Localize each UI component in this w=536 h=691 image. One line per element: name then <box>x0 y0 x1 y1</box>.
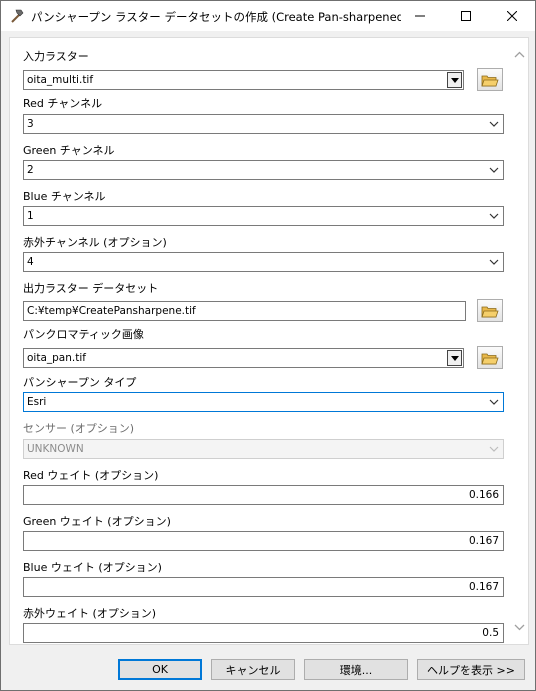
sensor-label: センサー (オプション) <box>23 422 135 435</box>
browse-input-raster-button[interactable] <box>477 68 503 91</box>
input-raster-value: oita_multi.tif <box>27 74 94 86</box>
folder-open-icon <box>481 75 499 86</box>
chevron-down-icon <box>489 399 499 405</box>
parameters-panel: 入力ラスター oita_multi.tif Red チャンネル 3 Green … <box>9 37 529 645</box>
red-weight-input[interactable]: 0.166 <box>23 485 504 505</box>
browse-output-raster-button[interactable] <box>477 299 503 322</box>
blue-channel-label: Blue チャンネル <box>23 190 106 203</box>
browse-pan-image-button[interactable] <box>477 346 503 369</box>
output-raster-value: C:¥temp¥CreatePansharpene.tif <box>27 305 196 317</box>
input-raster-combo[interactable]: oita_multi.tif <box>23 70 464 90</box>
pan-image-combo[interactable]: oita_pan.tif <box>23 348 464 368</box>
output-raster-input[interactable]: C:¥temp¥CreatePansharpene.tif <box>23 301 466 321</box>
infrared-weight-input[interactable]: 0.5 <box>23 623 504 643</box>
blue-weight-label: Blue ウェイト (オプション) <box>23 561 162 574</box>
blue-weight-input[interactable]: 0.167 <box>23 577 504 597</box>
dialog-footer: OK キャンセル 環境... ヘルプを表示 >> <box>1 651 535 690</box>
title-bar[interactable]: パンシャープン ラスター データセットの作成 (Create Pan-sharp… <box>1 1 535 31</box>
sensor-select: UNKNOWN <box>23 439 504 459</box>
red-channel-select[interactable]: 3 <box>23 114 504 134</box>
environments-button[interactable]: 環境... <box>304 659 408 680</box>
cancel-button[interactable]: キャンセル <box>211 659 295 680</box>
green-channel-value: 2 <box>27 164 34 176</box>
green-weight-label: Green ウェイト (オプション) <box>23 515 171 528</box>
pan-image-value: oita_pan.tif <box>27 352 86 364</box>
blue-channel-value: 1 <box>27 210 34 222</box>
green-weight-value: 0.167 <box>468 535 499 547</box>
folder-open-icon <box>481 306 499 317</box>
green-weight-input[interactable]: 0.167 <box>23 531 504 551</box>
maximize-icon <box>461 11 471 21</box>
folder-open-icon <box>481 353 499 364</box>
green-channel-label: Green チャンネル <box>23 144 115 157</box>
infrared-weight-value: 0.5 <box>482 627 499 639</box>
pansharpen-type-value: Esri <box>27 396 47 408</box>
infrared-channel-value: 4 <box>27 256 34 268</box>
chevron-down-icon <box>489 446 499 452</box>
close-button[interactable] <box>489 1 535 31</box>
pan-image-label: パンクロマティック画像 <box>23 328 144 341</box>
window-title: パンシャープン ラスター データセットの作成 (Create Pan-sharp… <box>31 10 401 24</box>
blue-weight-value: 0.167 <box>468 581 499 593</box>
output-raster-label: 出力ラスター データセット <box>23 282 159 295</box>
chevron-down-icon <box>489 259 499 265</box>
infrared-channel-label: 赤外チャンネル (オプション) <box>23 236 167 249</box>
input-raster-label: 入力ラスター <box>23 50 89 63</box>
vertical-scrollbar[interactable] <box>511 38 528 644</box>
ok-button[interactable]: OK <box>118 659 202 680</box>
minimize-icon <box>415 15 425 17</box>
show-help-button[interactable]: ヘルプを表示 >> <box>417 659 525 680</box>
maximize-button[interactable] <box>443 1 489 31</box>
pansharpen-type-label: パンシャープン タイプ <box>23 376 137 389</box>
scroll-up-arrow-icon[interactable] <box>514 50 525 60</box>
infrared-channel-select[interactable]: 4 <box>23 252 504 272</box>
red-channel-value: 3 <box>27 118 34 130</box>
close-icon <box>507 11 517 21</box>
green-channel-select[interactable]: 2 <box>23 160 504 180</box>
red-channel-label: Red チャンネル <box>23 97 103 110</box>
minimize-button[interactable] <box>397 1 443 31</box>
hammer-icon <box>9 8 25 24</box>
dropdown-arrow-icon[interactable] <box>447 72 462 88</box>
tool-dialog-window: パンシャープン ラスター データセットの作成 (Create Pan-sharp… <box>0 0 536 691</box>
chevron-down-icon <box>489 167 499 173</box>
chevron-down-icon <box>489 121 499 127</box>
pansharpen-type-select[interactable]: Esri <box>23 392 504 412</box>
red-weight-label: Red ウェイト (オプション) <box>23 469 159 482</box>
chevron-down-icon <box>489 213 499 219</box>
sensor-value: UNKNOWN <box>27 443 84 455</box>
scroll-down-arrow-icon[interactable] <box>514 622 525 632</box>
dropdown-arrow-icon[interactable] <box>447 350 462 366</box>
red-weight-value: 0.166 <box>468 489 499 501</box>
infrared-weight-label: 赤外ウェイト (オプション) <box>23 607 157 620</box>
blue-channel-select[interactable]: 1 <box>23 206 504 226</box>
